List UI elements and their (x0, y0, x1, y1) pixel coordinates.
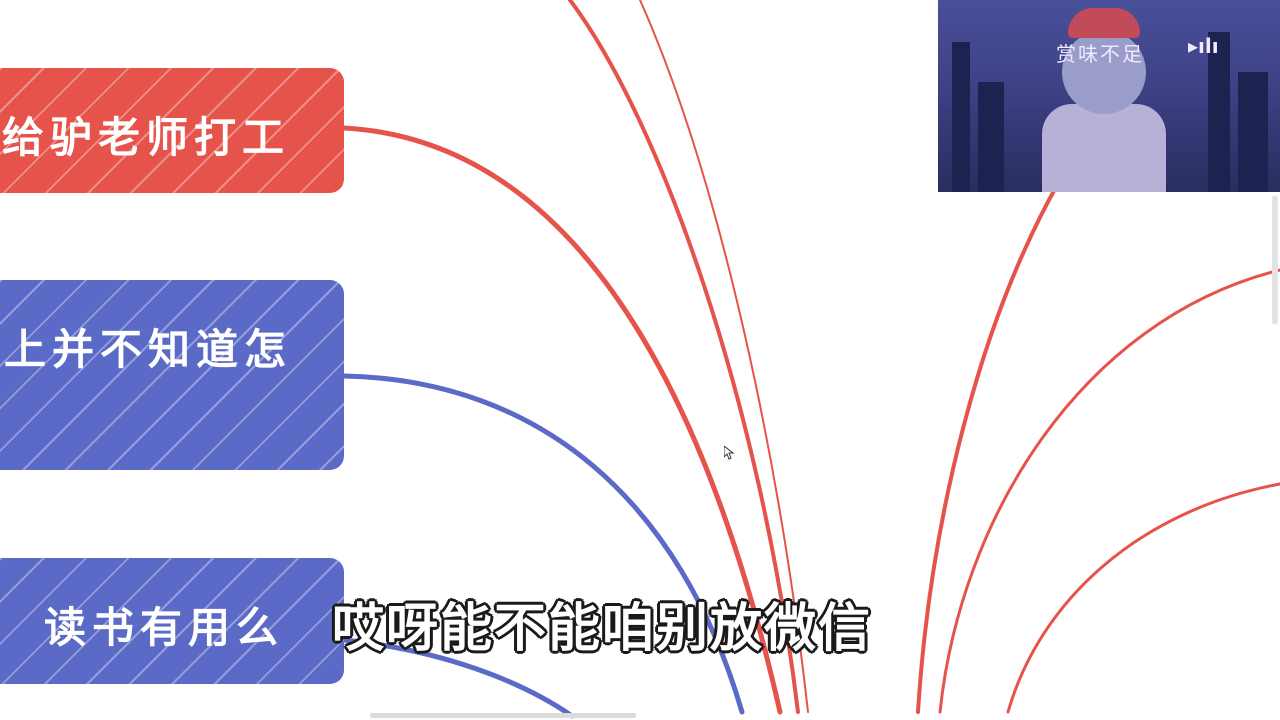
bilibili-logo-icon: ▸ılı (1188, 34, 1219, 58)
building-shape (1238, 72, 1268, 192)
webcam-overlay: 赏味不足 ▸ılı (938, 0, 1280, 192)
avatar-body (1042, 104, 1166, 192)
building-shape (978, 82, 1004, 192)
node-label: 上并不知道怎 (4, 325, 293, 374)
building-shape (952, 42, 970, 192)
mindmap-node-red[interactable]: 给驴老师打工 (0, 68, 344, 193)
node-label: 读书有用么 (44, 603, 285, 652)
connector-red-right-1 (916, 178, 1062, 714)
connector-red-right-3 (1006, 482, 1280, 714)
horizontal-scrollbar[interactable] (370, 713, 636, 718)
avatar-hat (1068, 8, 1140, 38)
vertical-scrollbar[interactable] (1272, 196, 1278, 324)
node-label: 给驴老师打工 (2, 113, 291, 162)
connector-blue-1 (341, 373, 745, 715)
overlay-caption: 赏味不足 (1056, 42, 1144, 66)
mindmap-node-blue-1[interactable]: 上并不知道怎 (0, 280, 344, 470)
mouse-cursor-icon (724, 446, 734, 460)
video-subtitle: 哎呀能不能咱别放微信 (332, 599, 873, 659)
mindmap-node-blue-2[interactable]: 读书有用么 (0, 558, 344, 684)
